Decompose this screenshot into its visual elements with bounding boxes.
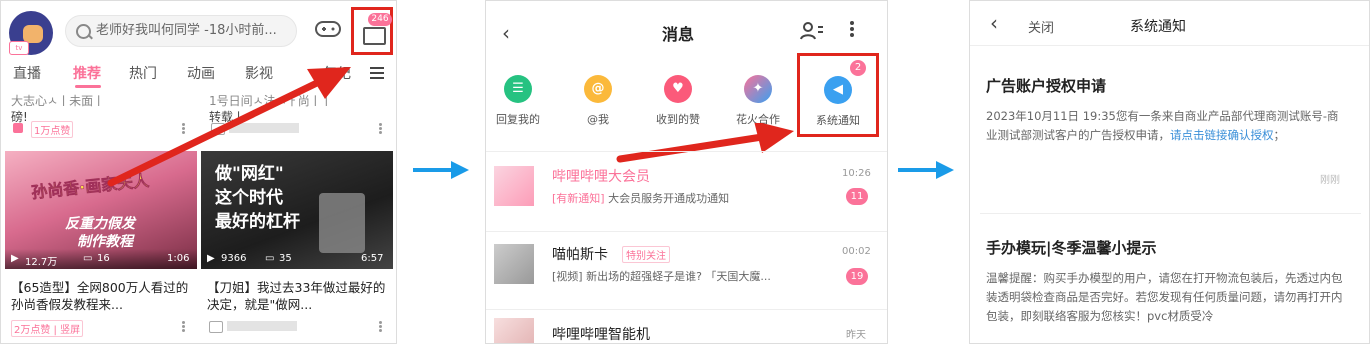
user-avatar[interactable]: tv: [9, 11, 53, 55]
at-icon: @: [584, 75, 612, 103]
thumbnail-sub2: 制作教程: [77, 234, 133, 250]
back-icon[interactable]: ‹: [502, 21, 510, 45]
quick-label: 回复我的: [496, 113, 540, 126]
duration: 1:06: [167, 253, 190, 264]
search-input[interactable]: 老师好我叫何同学 -18小时前...: [65, 15, 297, 47]
mail-badge: 246: [368, 13, 392, 26]
video-title[interactable]: 【刀姐】我过去33年做过最好的决定，就是"做网...: [207, 279, 392, 313]
contacts-icon[interactable]: [800, 21, 824, 41]
notice-time: 刚刚: [1320, 175, 1340, 186]
menu-icon[interactable]: [370, 67, 384, 69]
flow-arrow-icon: [413, 161, 469, 179]
message-row[interactable]: 哔哩哔哩大会员 [有新通知] 大会员服务开通成功通知 10:26 11: [486, 151, 887, 224]
video-icon: [209, 321, 223, 333]
notice-body: 温馨提醒：购买手办模型的用户，请您在打开物流包装后，先透过内包装透明袋检查商品是…: [986, 271, 1343, 323]
more-icon[interactable]: [379, 123, 382, 126]
page-title: 消息: [662, 25, 695, 44]
gamepad-icon[interactable]: [315, 19, 341, 39]
video-title[interactable]: 【65造型】全网800万人看过的孙尚香假发教程来...: [11, 279, 196, 313]
message-time: 昨天: [846, 330, 866, 341]
comment-icon: ▭: [265, 253, 275, 264]
more-icon[interactable]: [379, 321, 382, 324]
mail-button-highlight[interactable]: 246: [351, 7, 393, 55]
speaker-icon: ◀: [824, 76, 852, 104]
page-title: 系统通知: [1130, 19, 1186, 35]
notice-body: 2023年10月11日 19:35您有一条来自商业产品部代理商测试账号-商业测试…: [986, 109, 1339, 142]
unread-count: 19: [846, 268, 868, 285]
notice-title: 广告账户授权申请: [986, 77, 1107, 95]
close-button[interactable]: 关闭: [1028, 17, 1054, 36]
thumbnail-sub2: 最好的杠杆: [215, 212, 300, 232]
tv-logo-icon: tv: [9, 41, 29, 55]
view-count: 9366: [221, 253, 247, 264]
special-follow-tag: 特别关注: [622, 246, 670, 263]
message-row[interactable]: 哔哩哔哩智能机 昨天: [486, 309, 887, 343]
flow-arrow-icon: [898, 161, 954, 179]
upload-icon: [13, 123, 23, 133]
red-arrow-annotation: [107, 67, 351, 187]
play-icon: ▶: [11, 253, 19, 264]
notice-title: 手办模玩|冬季温馨小提示: [986, 239, 1157, 257]
sender-name: 哔哩哔哩大会员: [552, 169, 650, 185]
blurred-face: [319, 193, 365, 253]
avatar: [494, 244, 534, 284]
thumbs-up-icon: ♥: [664, 75, 692, 103]
system-notify-highlight[interactable]: ◀ 2 系统通知: [797, 53, 879, 137]
play-icon: ▶: [207, 253, 215, 264]
spark-icon: ✦: [744, 75, 772, 103]
mail-icon: [363, 27, 386, 45]
message-preview: [有新通知] 大会员服务开通成功通知: [552, 192, 730, 205]
system-notice-panel: ‹ 关闭 系统通知 广告账户授权申请 2023年10月11日 19:35您有一条…: [969, 0, 1370, 344]
quick-label: 系统通知: [816, 114, 860, 127]
back-icon[interactable]: ‹: [990, 11, 998, 35]
messages-panel: ‹ 消息 ☰ 回复我的 @ @我 ♥ 收到的赞 ✦ 花火合作 ◀ 2 系统通知 …: [485, 0, 888, 344]
duration: 6:57: [361, 253, 384, 264]
reply-icon: ☰: [504, 75, 532, 103]
unread-count: 11: [846, 188, 868, 205]
avatar: [494, 166, 534, 206]
message-time: 10:26: [842, 168, 871, 179]
search-icon: [76, 24, 91, 39]
more-icon[interactable]: [182, 321, 185, 324]
notify-badge: 2: [850, 60, 866, 76]
sender-name: 喵帕斯卡: [552, 247, 608, 263]
confirm-auth-link[interactable]: 请点击链接确认授权: [1170, 128, 1274, 142]
view-count: 12.7万: [25, 257, 58, 268]
tab-live[interactable]: 直播: [13, 63, 41, 83]
video-badge: 2万点赞 | 竖屏: [11, 320, 84, 337]
home-screen-panel: tv 老师好我叫何同学 -18小时前... 246 直播 推荐 热门 动画 影视…: [0, 0, 397, 344]
message-time: 00:02: [842, 246, 871, 257]
avatar: [494, 318, 534, 343]
message-row[interactable]: 喵帕斯卡 特别关注 [视频] 新出场的超强蛏子是谁? 「天国大魔... 00:0…: [486, 231, 887, 304]
search-placeholder: 老师好我叫何同学 -18小时前...: [96, 23, 277, 38]
active-tab-indicator: [75, 85, 101, 88]
comment-count: 35: [279, 253, 292, 264]
likes-badge: 1万点赞: [31, 121, 74, 138]
comment-icon: ▭: [83, 253, 93, 264]
sender-name: 哔哩哔哩智能机: [552, 327, 650, 343]
thumbnail-sub1: 反重力假发: [65, 216, 135, 232]
tab-recommend[interactable]: 推荐: [73, 63, 101, 83]
comment-count: 16: [97, 253, 110, 264]
message-preview: [视频] 新出场的超强蛏子是谁? 「天国大魔...: [552, 270, 771, 283]
more-options-icon[interactable]: [850, 21, 854, 25]
blurred-author: [227, 321, 297, 331]
